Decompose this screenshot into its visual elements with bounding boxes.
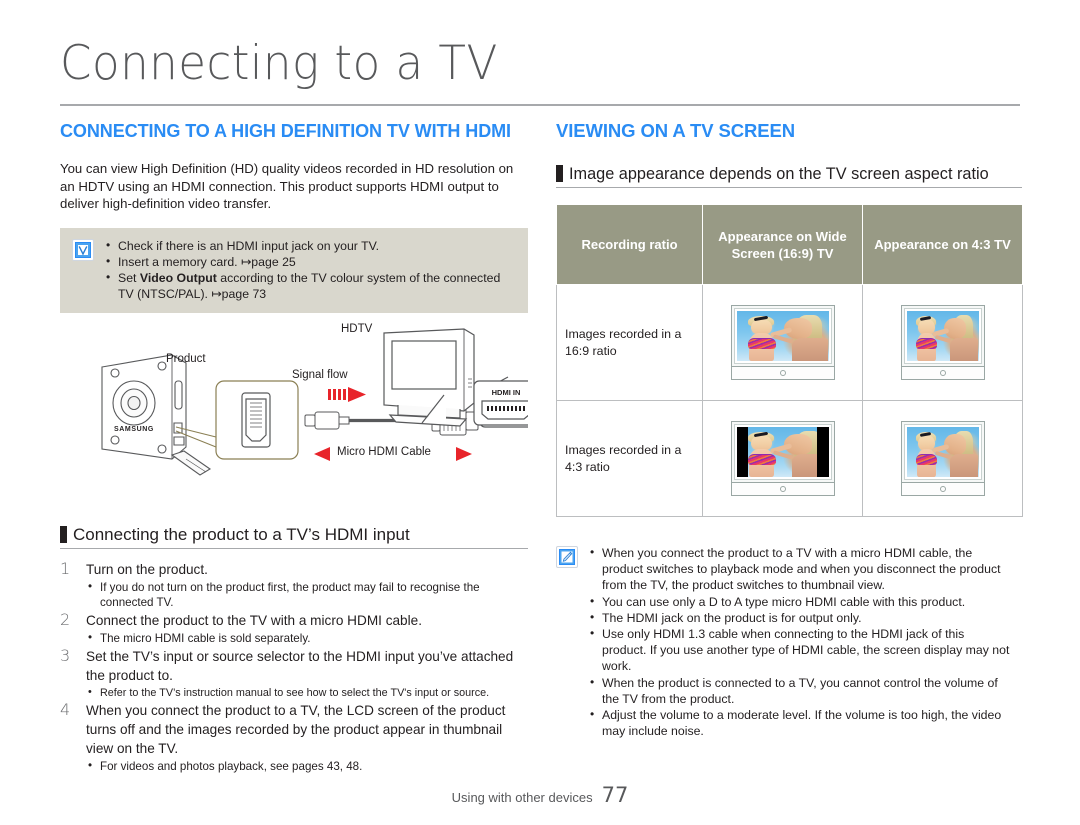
connection-steps: 1 Turn on the product. If you do not tur…: [60, 559, 528, 774]
list-item: The micro HDMI cable is sold separately.: [86, 630, 528, 646]
left-column: CONNECTING TO A HIGH DEFINITION TV WITH …: [60, 120, 547, 775]
list-item: Adjust the volume to a moderate level. I…: [588, 706, 1010, 739]
checkmark-icon: [72, 238, 94, 261]
step-text: Connect the product to the TV with a mic…: [86, 613, 422, 629]
cell-wide-screen-16x9: [702, 400, 863, 517]
diagram-label-hdtv: HDTV: [341, 323, 373, 336]
checklist-items: Check if there is an HDMI input jack on …: [104, 236, 516, 303]
step-number: 3: [60, 646, 71, 666]
svg-text:SAMSUNG: SAMSUNG: [114, 426, 154, 433]
table-header-row: Recording ratio Appearance on Wide Scree…: [556, 204, 1023, 285]
cell-four-three-tv: [862, 400, 1023, 517]
page-number: 77: [601, 783, 629, 807]
tv-thumbnail-pillarboxed-16x9: [730, 420, 835, 496]
title-divider: [60, 104, 1020, 106]
list-item: 4 When you connect the product to a TV, …: [60, 700, 528, 774]
list-item: Check if there is an HDMI input jack on …: [104, 236, 516, 254]
tv-thumbnail-fills-16x9: [730, 304, 835, 380]
step-sub-notes: For videos and photos playback, see page…: [86, 758, 528, 774]
tv-thumbnail-letterboxed-4x3: [900, 304, 985, 380]
cell-four-three-tv: [862, 284, 1023, 401]
heading-bar-marker: [556, 165, 563, 182]
diagram-label-signal-flow: Signal flow: [292, 369, 348, 382]
right-column: VIEWING ON A TV SCREEN Image appearance …: [556, 120, 1023, 750]
step-sub-notes: If you do not turn on the product first,…: [86, 579, 528, 610]
heading-bar-marker: [60, 526, 67, 544]
cell-recording-ratio: Images recorded in a 16:9 ratio: [556, 284, 703, 401]
hdmi-connection-diagram: SAMSUNG HDMI IN Product HDTV Signal flow…: [60, 319, 547, 519]
list-item: Insert a memory card. ↦page 25: [104, 253, 516, 270]
tip-bold: Video Output: [139, 270, 217, 285]
cell-wide-screen-16x9: [702, 284, 863, 401]
sub-heading-label: Connecting the product to a TV’s HDMI in…: [73, 525, 410, 545]
column-header-wide-screen: Appearance on Wide Screen (16:9) TV: [702, 204, 863, 285]
step-text: When you connect the product to a TV, th…: [86, 703, 506, 757]
tip-pre: Set: [118, 270, 140, 285]
sub-heading-aspect-ratio: Image appearance depends on the TV scree…: [556, 164, 1022, 188]
list-item: Refer to the TV’s instruction manual to …: [86, 685, 528, 700]
diagram-svg: SAMSUNG HDMI IN: [101, 328, 547, 476]
aspect-ratio-table: Recording ratio Appearance on Wide Scree…: [556, 204, 1023, 517]
diagram-label-micro-hdmi-cable: Micro HDMI Cable: [337, 446, 431, 459]
step-sub-notes: Refer to the TV’s instruction manual to …: [86, 685, 528, 700]
list-item: If you do not turn on the product first,…: [86, 579, 528, 610]
list-item: Set Video Output according to the TV col…: [104, 269, 516, 302]
step-text: Turn on the product.: [86, 562, 208, 578]
diagram-label-product: Product: [166, 353, 206, 366]
step-text: Set the TV’s input or source selector to…: [86, 649, 514, 684]
svg-text:HDMI IN: HDMI IN: [492, 388, 521, 397]
table-row: Images recorded in a 4:3 ratio: [556, 400, 1023, 517]
list-item: Use only HDMI 1.3 cable when connecting …: [588, 625, 1010, 675]
step-number: 4: [60, 700, 71, 720]
list-item: 1 Turn on the product. If you do not tur…: [60, 559, 528, 610]
list-item: For videos and photos playback, see page…: [86, 758, 528, 774]
list-item: 2 Connect the product to the TV with a m…: [60, 610, 528, 646]
checklist-tip-box: Check if there is an HDMI input jack on …: [60, 227, 528, 314]
page-footer: Using with other devices 77: [0, 783, 1080, 807]
note-pencil-icon: [556, 546, 578, 568]
cell-recording-ratio: Images recorded in a 4:3 ratio: [556, 400, 703, 517]
section-heading-viewing: VIEWING ON A TV SCREEN: [556, 120, 796, 141]
section-heading-hdmi: CONNECTING TO A HIGH DEFINITION TV WITH …: [60, 120, 511, 141]
step-sub-notes: The micro HDMI cable is sold separately.: [86, 630, 528, 646]
list-item: 3 Set the TV’s input or source selector …: [60, 646, 528, 700]
list-item: When you connect the product to a TV wit…: [588, 544, 1010, 594]
column-header-recording-ratio: Recording ratio: [556, 204, 703, 285]
tv-thumbnail-fills-4x3: [900, 420, 985, 496]
intro-paragraph: You can view High Definition (HD) qualit…: [60, 161, 514, 211]
step-number: 2: [60, 610, 71, 630]
sub-heading-label: Image appearance depends on the TV scree…: [569, 165, 989, 183]
list-item: The HDMI jack on the product is for outp…: [588, 609, 1010, 626]
hdmi-notes-box: When you connect the product to a TV wit…: [556, 535, 1022, 750]
page-title: Connecting to a TV: [60, 36, 498, 91]
sub-heading-connecting: Connecting the product to a TV’s HDMI in…: [60, 525, 528, 550]
table-row: Images recorded in a 16:9 ratio: [556, 284, 1023, 401]
list-item: When the product is connected to a TV, y…: [588, 674, 1010, 707]
footer-section-label: Using with other devices: [451, 790, 593, 805]
step-number: 1: [60, 559, 71, 579]
manual-page: Connecting to a TV CONNECTING TO A HIGH …: [0, 0, 1080, 825]
hdmi-note-items: When you connect the product to a TV wit…: [588, 544, 1010, 739]
table-head: Recording ratio Appearance on Wide Scree…: [556, 204, 1023, 285]
list-item: You can use only a D to A type micro HDM…: [588, 593, 1010, 610]
table-body: Images recorded in a 16:9 ratio Images r…: [556, 284, 1023, 517]
column-header-four-three: Appearance on 4:3 TV: [862, 204, 1023, 285]
